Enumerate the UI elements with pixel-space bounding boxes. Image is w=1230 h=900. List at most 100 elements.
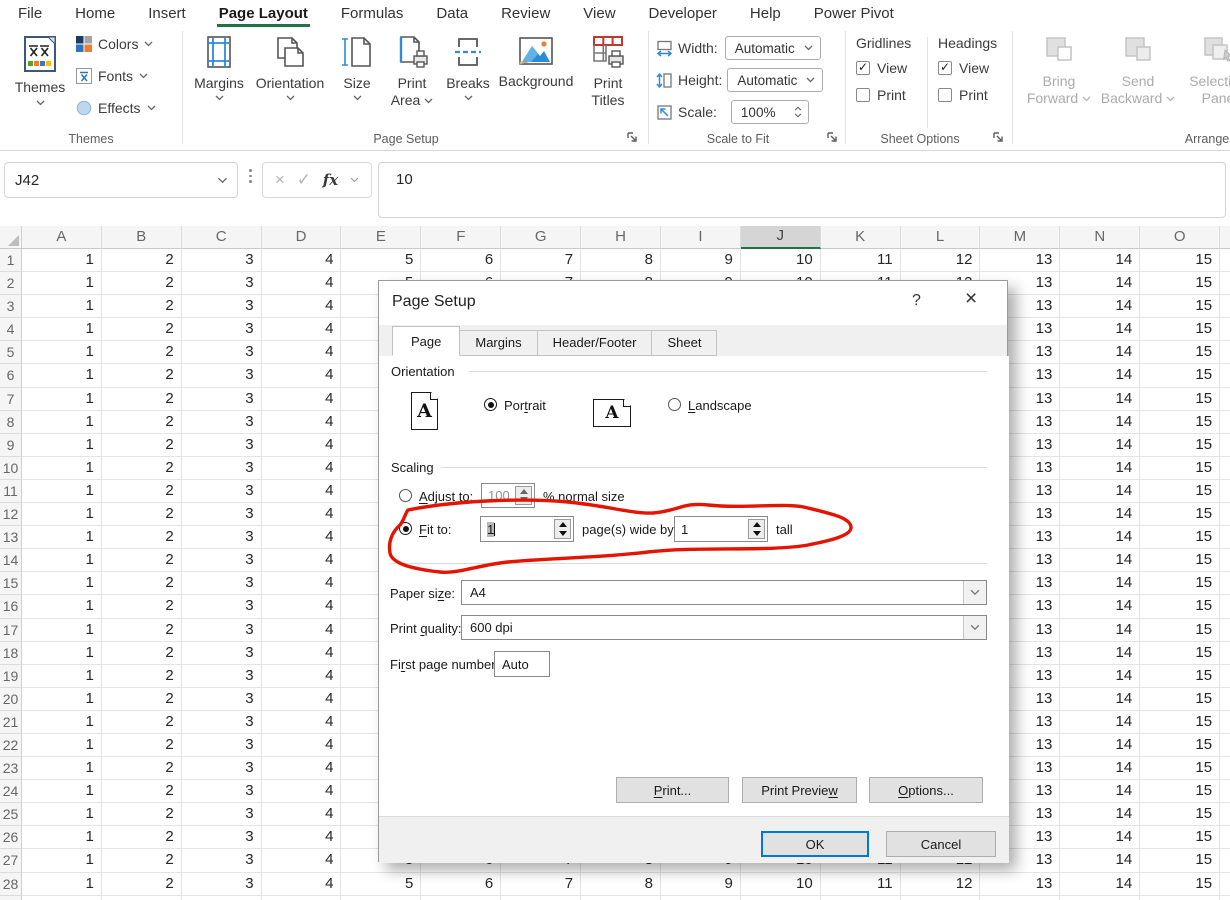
cell-O17[interactable]: 15 (1140, 619, 1220, 642)
cell-A2[interactable]: 1 (22, 272, 102, 295)
cell-D23[interactable]: 4 (262, 757, 342, 780)
menu-file[interactable]: File (18, 5, 42, 22)
tab-header-footer[interactable]: Header/Footer (537, 330, 653, 356)
fit-to-label[interactable]: Fit to: (419, 522, 452, 537)
row-header-21[interactable]: 21 (0, 711, 22, 734)
cell-L29[interactable]: 12 (901, 896, 981, 900)
cell-N26[interactable]: 14 (1060, 826, 1140, 849)
cell-F29[interactable]: 6 (421, 896, 501, 900)
cell-N4[interactable]: 14 (1060, 318, 1140, 341)
cell-N3[interactable]: 14 (1060, 295, 1140, 318)
cell-J28[interactable]: 10 (741, 873, 821, 896)
cell-N29[interactable]: 14 (1060, 896, 1140, 900)
breaks-button[interactable]: Breaks (443, 32, 493, 142)
cell-N9[interactable]: 14 (1060, 434, 1140, 457)
cell-N13[interactable]: 14 (1060, 526, 1140, 549)
cell-E29[interactable]: 5 (341, 896, 421, 900)
cell-M28[interactable]: 13 (980, 873, 1060, 896)
cell-A28[interactable]: 1 (22, 873, 102, 896)
cell-N19[interactable]: 14 (1060, 665, 1140, 688)
row-header-19[interactable]: 19 (0, 665, 22, 688)
cell-A17[interactable]: 1 (22, 619, 102, 642)
headings-print-checkbox[interactable]: Print (938, 87, 997, 103)
tab-margins[interactable]: Margins (459, 330, 537, 356)
cell-O5[interactable]: 15 (1140, 341, 1220, 364)
cell-N16[interactable]: 14 (1060, 595, 1140, 618)
cell-B25[interactable]: 2 (102, 803, 182, 826)
cell-C26[interactable]: 3 (182, 826, 262, 849)
cancel-entry-icon[interactable]: × (275, 170, 285, 190)
cell-B14[interactable]: 2 (102, 549, 182, 572)
cell-B9[interactable]: 2 (102, 434, 182, 457)
cell-N8[interactable]: 14 (1060, 411, 1140, 434)
row-header-15[interactable]: 15 (0, 572, 22, 595)
fit-to-wide-spinner[interactable]: 1 (480, 516, 574, 542)
cell-C12[interactable]: 3 (182, 503, 262, 526)
scale-spinner[interactable]: 100% (731, 100, 809, 124)
cell-I1[interactable]: 9 (661, 249, 741, 272)
cell-D20[interactable]: 4 (262, 688, 342, 711)
adjust-to-label[interactable]: Adjust to: (419, 489, 473, 504)
cell-C14[interactable]: 3 (182, 549, 262, 572)
cell-D9[interactable]: 4 (262, 434, 342, 457)
cell-D11[interactable]: 4 (262, 480, 342, 503)
menu-insert[interactable]: Insert (148, 5, 186, 22)
menu-developer[interactable]: Developer (649, 5, 717, 22)
cell-O15[interactable]: 15 (1140, 572, 1220, 595)
confirm-entry-icon[interactable]: ✓ (297, 170, 311, 190)
cell-G28[interactable]: 7 (501, 873, 581, 896)
row-header-5[interactable]: 5 (0, 341, 22, 364)
cell-C15[interactable]: 3 (182, 572, 262, 595)
print-preview-button[interactable]: Print Preview (742, 777, 857, 803)
cell-L28[interactable]: 12 (901, 873, 981, 896)
options-button[interactable]: Options... (869, 777, 983, 803)
cell-B22[interactable]: 2 (102, 734, 182, 757)
row-header-12[interactable]: 12 (0, 503, 22, 526)
cell-D5[interactable]: 4 (262, 341, 342, 364)
cell-B11[interactable]: 2 (102, 480, 182, 503)
cell-A14[interactable]: 1 (22, 549, 102, 572)
cell-A7[interactable]: 1 (22, 388, 102, 411)
cell-N25[interactable]: 14 (1060, 803, 1140, 826)
cell-A29[interactable]: 1 (22, 896, 102, 900)
fonts-button[interactable]: Fonts (76, 68, 148, 84)
tab-page[interactable]: Page (392, 326, 460, 356)
cell-D13[interactable]: 4 (262, 526, 342, 549)
spinner-arrows-icon[interactable] (515, 486, 532, 505)
cell-B2[interactable]: 2 (102, 272, 182, 295)
cell-H28[interactable]: 8 (581, 873, 661, 896)
menu-view[interactable]: View (583, 5, 615, 22)
cell-O27[interactable]: 15 (1140, 849, 1220, 872)
cell-D10[interactable]: 4 (262, 457, 342, 480)
cell-O11[interactable]: 15 (1140, 480, 1220, 503)
cell-O26[interactable]: 15 (1140, 826, 1220, 849)
cell-N20[interactable]: 14 (1060, 688, 1140, 711)
cell-D2[interactable]: 4 (262, 272, 342, 295)
cell-C20[interactable]: 3 (182, 688, 262, 711)
print-area-button[interactable]: Print Area (382, 32, 442, 142)
row-header-22[interactable]: 22 (0, 734, 22, 757)
cancel-button[interactable]: Cancel (886, 831, 996, 857)
row-header-26[interactable]: 26 (0, 826, 22, 849)
first-page-number-input[interactable]: Auto (494, 651, 550, 677)
column-header-L[interactable]: L (901, 226, 981, 249)
cell-J29[interactable]: 10 (741, 896, 821, 900)
cell-K1[interactable]: 11 (821, 249, 901, 272)
cell-O13[interactable]: 15 (1140, 526, 1220, 549)
cell-B6[interactable]: 2 (102, 364, 182, 387)
cell-C10[interactable]: 3 (182, 457, 262, 480)
cell-N14[interactable]: 14 (1060, 549, 1140, 572)
cell-D3[interactable]: 4 (262, 295, 342, 318)
cell-B8[interactable]: 2 (102, 411, 182, 434)
cell-O9[interactable]: 15 (1140, 434, 1220, 457)
cell-D18[interactable]: 4 (262, 642, 342, 665)
cell-A20[interactable]: 1 (22, 688, 102, 711)
cell-O7[interactable]: 15 (1140, 388, 1220, 411)
menu-formulas[interactable]: Formulas (341, 5, 404, 22)
print-quality-dropdown[interactable]: 600 dpi (461, 615, 987, 640)
cell-O8[interactable]: 15 (1140, 411, 1220, 434)
cell-B27[interactable]: 2 (102, 849, 182, 872)
column-header-C[interactable]: C (182, 226, 262, 249)
column-header-H[interactable]: H (581, 226, 661, 249)
row-header-13[interactable]: 13 (0, 526, 22, 549)
